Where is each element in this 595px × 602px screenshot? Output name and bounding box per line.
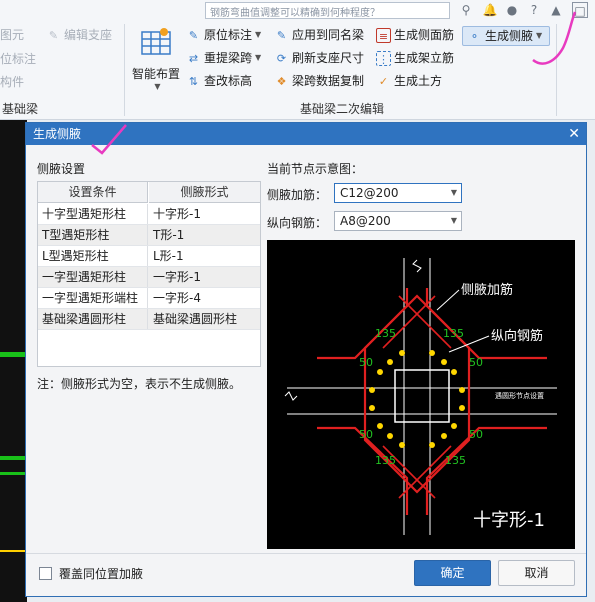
- copy-span-data-button[interactable]: ❖ 梁跨数据复制: [274, 72, 364, 90]
- generate-earthwork-button[interactable]: ✓ 生成土方: [376, 72, 442, 90]
- condition-cell: 十字型遇矩形柱: [38, 204, 148, 224]
- column-header: 侧腋形式: [149, 182, 260, 203]
- condition-cell: 基础梁遇圆形柱: [38, 309, 148, 329]
- dim-135-bottom-right: 135: [445, 454, 466, 467]
- table-row[interactable]: 一字型遇矩形柱 一字形-1: [38, 267, 260, 288]
- dim-50-right-top: 50: [469, 356, 483, 369]
- form-cell[interactable]: 基础梁遇圆形柱: [149, 309, 260, 329]
- help-search-input[interactable]: 钢筋弯曲值调整可以精确到何种程度？: [205, 2, 450, 19]
- edit-support-button[interactable]: ✎ 编辑支座: [46, 26, 112, 44]
- generate-erection-rebar-button[interactable]: ⋮ 生成架立筋: [376, 49, 454, 67]
- ribbon-toolbar: 钢筋弯曲值调整可以精确到何种程度？ ⚲ 🔔 ● ? ▲ □ 图元 位标注 构件 …: [0, 0, 595, 120]
- label-round-node: 遇圆形节点设置: [495, 391, 544, 400]
- erection-rebar-icon: ⋮: [376, 50, 391, 66]
- label-long-rebar: 纵向钢筋: [491, 328, 543, 344]
- side-rebar-label: 侧腋加筋：: [267, 188, 328, 202]
- table-row[interactable]: L型遇矩形柱 L形-1: [38, 246, 260, 267]
- preview-title: 当前节点示意图：: [267, 162, 364, 176]
- form-cell[interactable]: T形-1: [149, 225, 260, 245]
- chevron-down-icon: ▼: [450, 188, 457, 197]
- cad-viewport[interactable]: [0, 120, 27, 602]
- cad-line: [0, 352, 27, 357]
- re-extract-span-button[interactable]: ⇄ 重提梁跨 ▼: [186, 49, 261, 67]
- form-cell[interactable]: 十字形-1: [149, 204, 260, 224]
- elevation-icon: ⇅: [188, 74, 199, 88]
- cad-line: [0, 456, 27, 460]
- span-icon: ⇄: [188, 51, 199, 65]
- settings-title: 侧腋设置: [37, 162, 86, 176]
- column-header: 设置条件: [38, 182, 148, 203]
- chevron-down-icon: ▼: [255, 30, 262, 39]
- cad-line: [0, 550, 27, 552]
- side-rebar-icon: ≡: [376, 27, 391, 43]
- edit-support-icon: ✎: [48, 28, 59, 42]
- chevron-down-icon: ▼: [154, 82, 161, 91]
- dialog-title: 生成侧腋: [33, 127, 82, 141]
- node-diagram: 135 135 50 50 50 50 135 135 侧腋加筋 纵向钢筋 遇圆…: [267, 240, 575, 549]
- node-diagram-svg: 135 135 50 50 50 50 135 135 侧腋加筋 纵向钢筋 遇圆…: [284, 258, 557, 535]
- dim-50-left-bottom: 50: [359, 428, 373, 441]
- label-side-rebar: 侧腋加筋: [461, 282, 513, 298]
- long-rebar-combo[interactable]: A8@200 ▼: [334, 211, 462, 231]
- ribbon-left-item-3[interactable]: 构件: [0, 73, 24, 91]
- dim-50-right-bottom: 50: [469, 428, 483, 441]
- haunch-settings-table: 设置条件 侧腋形式 十字型遇矩形柱 十字形-1 T型遇矩形柱 T形-1 L型遇矩…: [37, 181, 261, 367]
- overwrite-label[interactable]: 覆盖同位置加腋: [59, 565, 143, 582]
- dim-135-top-left: 135: [375, 327, 396, 340]
- table-row[interactable]: T型遇矩形柱 T形-1: [38, 225, 260, 246]
- annotation-icon: ✎: [188, 28, 199, 42]
- close-icon[interactable]: ✕: [568, 123, 580, 145]
- generate-haunch-dialog: 生成侧腋 ✕ 侧腋设置 设置条件 侧腋形式 十字型遇矩形柱 十字形-1 T型遇矩…: [25, 122, 587, 597]
- cancel-button[interactable]: 取消: [498, 560, 575, 586]
- condition-cell: T型遇矩形柱: [38, 225, 148, 245]
- condition-cell: 一字型遇矩形柱: [38, 267, 148, 287]
- refresh-icon: ⟳: [276, 51, 287, 65]
- group-label-foundation-beam: 基础梁: [2, 102, 39, 116]
- in-place-annotation-button[interactable]: ✎ 原位标注 ▼: [186, 26, 261, 44]
- ok-button[interactable]: 确定: [414, 560, 491, 586]
- chevron-down-icon: ▼: [450, 216, 457, 225]
- dim-135-top-right: 135: [443, 327, 464, 340]
- apply-icon: ✎: [276, 28, 287, 42]
- footer-divider: [26, 553, 586, 554]
- table-row[interactable]: 一字型遇矩形端柱 一字形-4: [38, 288, 260, 309]
- dim-135-bottom-left: 135: [375, 454, 396, 467]
- form-cell[interactable]: L形-1: [149, 246, 260, 266]
- form-cell[interactable]: 一字形-1: [149, 267, 260, 287]
- dim-50-left-top: 50: [359, 356, 373, 369]
- table-row[interactable]: 十字型遇矩形柱 十字形-1: [38, 204, 260, 225]
- chat-icon[interactable]: ●: [504, 2, 520, 18]
- check-mark-annotation: [91, 124, 127, 155]
- empty-form-note: 注：侧腋形式为空，表示不生成侧腋。: [37, 377, 242, 391]
- copy-icon: ❖: [276, 74, 287, 88]
- diagram-caption: 十字形-1: [473, 510, 545, 531]
- search-icon[interactable]: ⚲: [458, 2, 474, 18]
- group-divider: [124, 24, 125, 116]
- overwrite-checkbox[interactable]: [39, 567, 52, 580]
- refresh-support-size-button[interactable]: ⟳ 刷新支座尺寸: [274, 49, 364, 67]
- earthwork-icon: ✓: [378, 74, 389, 88]
- ribbon-left-item-2[interactable]: 位标注: [0, 50, 36, 68]
- ribbon-left-item-1[interactable]: 图元: [0, 26, 24, 44]
- smart-layout-label: 智能布置: [131, 67, 180, 81]
- bell-icon[interactable]: 🔔: [482, 2, 498, 18]
- form-cell[interactable]: 一字形-4: [149, 288, 260, 308]
- group-label-secondary-edit: 基础梁二次编辑: [300, 102, 385, 116]
- chevron-down-icon: ▼: [255, 53, 262, 62]
- apply-same-name-beam-button[interactable]: ✎ 应用到同名梁: [274, 26, 364, 44]
- side-rebar-combo[interactable]: C12@200 ▼: [334, 183, 462, 203]
- haunch-icon: ⚬: [469, 29, 480, 43]
- generate-side-rebar-button[interactable]: ≡ 生成侧面筋: [376, 26, 454, 44]
- cad-line: [0, 472, 27, 475]
- smart-layout-button[interactable]: 智能布置 ▼: [130, 26, 182, 94]
- smart-layout-icon: [141, 28, 171, 55]
- edit-elevation-button[interactable]: ⇅ 查改标高: [186, 72, 252, 90]
- condition-cell: 一字型遇矩形端柱: [38, 288, 148, 308]
- pink-mark-annotation: [532, 11, 577, 65]
- long-rebar-label: 纵向钢筋：: [267, 216, 328, 230]
- condition-cell: L型遇矩形柱: [38, 246, 148, 266]
- table-row[interactable]: 基础梁遇圆形柱 基础梁遇圆形柱: [38, 309, 260, 330]
